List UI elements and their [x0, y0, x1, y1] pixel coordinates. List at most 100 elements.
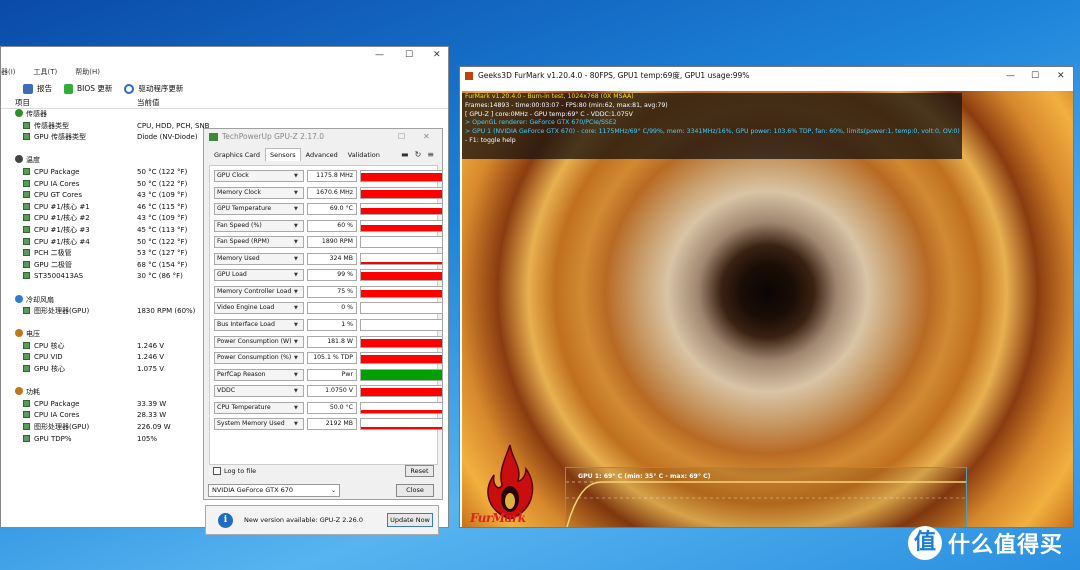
chevron-down-icon[interactable]: ▼ [294, 372, 298, 378]
sensor-item-icon [23, 423, 30, 431]
gpu-select[interactable]: NVIDIA GeForce GTX 670 ⌄ [208, 484, 340, 497]
temperature-graph: GPU 1: 69° C (min: 35° C - max: 69° C) [565, 467, 967, 527]
chevron-down-icon[interactable]: ▼ [294, 239, 298, 245]
sensor-name: CPU VID [1, 352, 137, 364]
minimize-icon[interactable]: — [1006, 67, 1015, 85]
sensor-label[interactable]: Video Engine Load [214, 302, 304, 315]
sensor-graph [360, 368, 443, 381]
tab-sensors[interactable]: Sensors [264, 148, 301, 161]
maximize-icon[interactable]: ☐ [1031, 67, 1039, 85]
sensor-name-text: CPU #1/核心 #2 [34, 214, 90, 223]
sensor-item-icon [23, 260, 30, 268]
sensor-item-icon [23, 167, 30, 175]
sensor-label[interactable]: Fan Speed (RPM) [214, 236, 304, 249]
minimize-icon[interactable]: — [375, 50, 384, 60]
sensor-label[interactable]: Fan Speed (%) [214, 219, 304, 232]
sensor-label[interactable]: System Memory Used [214, 418, 304, 431]
chevron-down-icon[interactable]: ▼ [294, 190, 298, 196]
sensor-label[interactable]: Memory Controller Load [214, 285, 304, 298]
chevron-down-icon[interactable]: ▼ [294, 173, 298, 179]
menu-item-tools[interactable]: 工具(T) [34, 67, 58, 78]
sensor-name: 冷却风扇 [1, 294, 137, 307]
report-button[interactable]: 报告 [37, 83, 52, 94]
minimize-icon[interactable]: ☐ [398, 129, 405, 145]
sensor-label[interactable]: Memory Used [214, 252, 304, 265]
chevron-down-icon[interactable]: ▼ [294, 355, 298, 361]
chevron-down-icon[interactable]: ▼ [294, 421, 298, 427]
sensor-label[interactable]: Memory Clock [214, 186, 304, 199]
chevron-down-icon[interactable]: ▼ [294, 388, 298, 394]
chevron-down-icon[interactable]: ▼ [294, 223, 298, 229]
sensor-label[interactable]: CPU Temperature [214, 401, 304, 414]
furmark-logo-text: FurMark [470, 511, 526, 525]
sensor-group[interactable]: 传感器 [1, 109, 448, 121]
sensor-item-icon [23, 353, 30, 361]
log-to-file[interactable]: Log to file [213, 467, 256, 475]
bios-update-button[interactable]: BIOS 更新 [77, 83, 112, 94]
chevron-down-icon[interactable]: ▼ [294, 405, 298, 411]
sensor-label[interactable]: GPU Temperature [214, 203, 304, 216]
tab-advanced[interactable]: Advanced [301, 148, 343, 161]
sensor-label[interactable]: Power Consumption (W) [214, 335, 304, 348]
chevron-down-icon[interactable]: ▼ [294, 339, 298, 345]
update-now-button[interactable]: Update Now [387, 513, 433, 527]
sensor-label[interactable]: Bus Interface Load [214, 318, 304, 331]
refresh-icon[interactable]: ↻ [415, 150, 422, 159]
sensor-label[interactable]: GPU Load [214, 269, 304, 282]
sensor-name-text: GPU TDP% [34, 434, 72, 443]
overlay-line: - F1: toggle help [465, 136, 516, 144]
sensor-item-icon [23, 365, 30, 373]
sensor-graph [360, 269, 443, 282]
sensor-graph [360, 170, 443, 182]
sensor-value: 1890 RPM [307, 236, 357, 249]
hwinfo-titlebar[interactable]: — ☐ ✕ [1, 47, 448, 65]
menu-item-help[interactable]: 帮助(H) [75, 67, 100, 78]
maximize-icon[interactable]: ☐ [405, 50, 413, 60]
sensor-label[interactable]: PerfCap Reason [214, 368, 304, 381]
sensor-graph [360, 186, 443, 199]
sensor-item-icon [23, 341, 30, 349]
close-icon[interactable]: ✕ [1057, 67, 1065, 85]
sensor-label[interactable]: VDDC [214, 385, 304, 398]
gpuz-title: TechPowerUp GPU-Z 2.17.0 [222, 132, 325, 141]
sensor-label[interactable]: Power Consumption (%) [214, 352, 304, 365]
sensor-graph [360, 418, 443, 431]
sensor-graph-fill [361, 208, 442, 215]
tab-graphics-card[interactable]: Graphics Card [209, 148, 265, 161]
driver-update-button[interactable]: 驱动程序更新 [138, 83, 183, 94]
furmark-app-icon [465, 72, 473, 80]
menu-item-view[interactable]: 器(I) [1, 67, 16, 78]
furmark-titlebar[interactable]: Geeks3D FurMark v1.20.4.0 - 80FPS, GPU1 … [460, 67, 1073, 85]
reset-button[interactable]: Reset [405, 465, 434, 477]
sensor-name: 传感器 [1, 109, 137, 121]
menu-icon[interactable]: ≡ [427, 150, 434, 159]
chevron-down-icon[interactable]: ▼ [294, 206, 298, 212]
chevron-down-icon[interactable]: ▼ [294, 322, 298, 328]
gpuz-titlebar[interactable]: TechPowerUp GPU-Z 2.17.0 ☐ ✕ [204, 129, 442, 145]
chevron-down-icon[interactable]: ▼ [294, 256, 298, 262]
sensor-label[interactable]: GPU Clock [214, 170, 304, 182]
sensor-row: Memory Used ▼ 324 MB [214, 252, 443, 265]
close-button[interactable]: Close [396, 484, 434, 497]
chevron-down-icon[interactable]: ▼ [294, 289, 298, 295]
sensor-name: GPU 传感器类型 [1, 132, 137, 144]
close-icon[interactable]: ✕ [423, 129, 430, 145]
chevron-down-icon[interactable]: ▼ [294, 305, 298, 311]
screenshot-icon[interactable]: ▬ [401, 150, 409, 159]
tab-validation[interactable]: Validation [343, 148, 385, 161]
sensor-value: 50.0 °C [307, 401, 357, 414]
close-icon[interactable]: ✕ [433, 50, 441, 60]
sensor-graph [360, 252, 443, 265]
chevron-down-icon: ⌄ [330, 487, 336, 494]
sensor-name-text: 传感器类型 [34, 121, 69, 130]
sensor-name-text: CPU Package [34, 167, 80, 176]
sensor-name: CPU #1/核心 #1 [1, 202, 137, 214]
column-item[interactable]: 项目 [1, 97, 137, 108]
sensor-item-icon [23, 249, 30, 257]
chevron-down-icon[interactable]: ▼ [294, 272, 298, 278]
sensor-row: Power Consumption (W) ▼ 181.8 W [214, 335, 443, 348]
log-checkbox[interactable] [213, 467, 221, 475]
sensor-row: System Memory Used ▼ 2192 MB [214, 418, 443, 431]
column-value[interactable]: 当前值 [137, 97, 160, 108]
sensor-name-text: CPU #1/核心 #4 [34, 237, 90, 246]
